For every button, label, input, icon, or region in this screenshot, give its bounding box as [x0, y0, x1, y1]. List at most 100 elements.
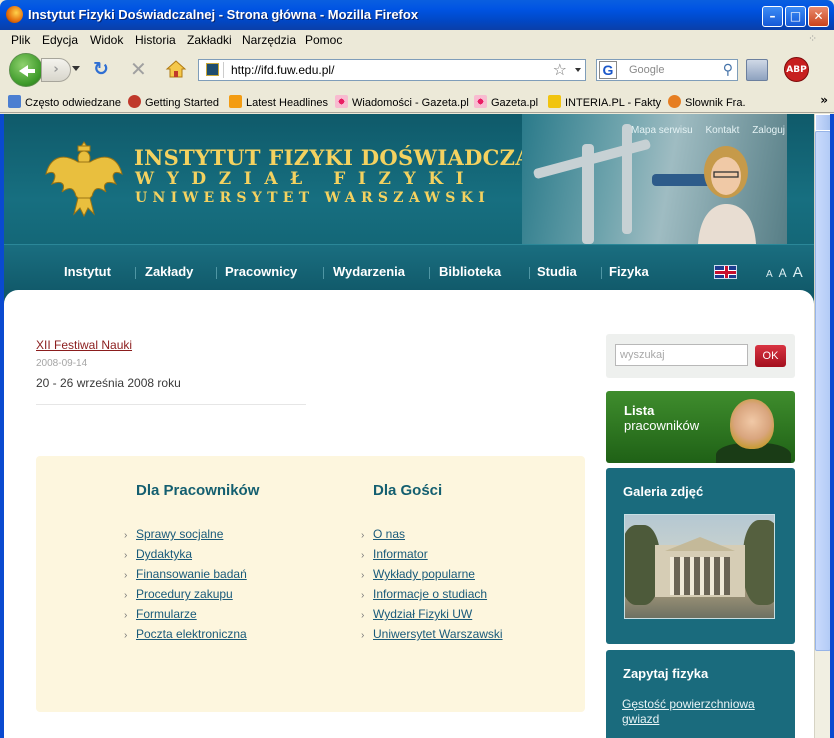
gallery-thumbnail[interactable] — [624, 514, 775, 619]
bookmark-item[interactable]: INTERIA.PL - Fakty — [548, 95, 661, 109]
staff-link[interactable]: Dydaktyka — [136, 547, 192, 561]
nav-pracownicy[interactable]: Pracownicy — [225, 264, 297, 279]
menu-zakladki[interactable]: Zakładki — [187, 33, 232, 47]
url-dropdown-icon[interactable] — [575, 68, 581, 75]
list-item: › Informator — [361, 547, 428, 561]
font-size-large[interactable]: A — [793, 264, 803, 281]
list-item: › Finansowanie badań — [124, 567, 247, 581]
gallery-title[interactable]: Galeria zdjęć — [623, 484, 703, 499]
font-size-medium[interactable]: A — [779, 266, 787, 280]
nav-instytut[interactable]: Instytut — [64, 264, 111, 279]
list-item: › Informacje o studiach — [361, 587, 488, 601]
menu-narzedzia[interactable]: Narzędzia — [242, 33, 296, 47]
staff-link[interactable]: Poczta elektroniczna — [136, 627, 247, 641]
news-divider — [36, 404, 306, 405]
guest-link[interactable]: Informacje o studiach — [373, 587, 487, 601]
bookmark-item[interactable]: Latest Headlines — [229, 95, 328, 109]
nav-studia[interactable]: Studia — [537, 264, 577, 279]
for-staff-heading: Dla Pracowników — [136, 482, 260, 499]
site-search: wyszukaj OK — [606, 334, 795, 378]
guest-link[interactable]: Wydział Fizyki UW — [373, 607, 472, 621]
bookmarks-overflow-icon[interactable]: » — [820, 93, 828, 107]
search-bar[interactable]: G Google ⚲ — [596, 59, 738, 81]
window-title-bar[interactable]: Instytut Fizyki Doświadczalnej - Strona … — [0, 0, 834, 30]
menu-plik[interactable]: Plik — [11, 33, 30, 47]
main-navigation: Instytut Zakłady Pracownicy Wydarzenia B… — [4, 264, 814, 284]
bookmark-item[interactable]: Gazeta.pl — [474, 95, 538, 109]
staff-link[interactable]: Procedury zakupu — [136, 587, 233, 601]
bookmark-item[interactable]: Getting Started — [128, 95, 219, 109]
scroll-thumb[interactable] — [815, 131, 831, 651]
reload-button[interactable]: ↻ — [93, 58, 115, 80]
staff-photo-face — [730, 399, 774, 449]
list-item: › Formularze — [124, 607, 197, 621]
list-item: › Sprawy socjalne — [124, 527, 224, 541]
nav-zaklady[interactable]: Zakłady — [145, 264, 193, 279]
url-text[interactable]: http://ifd.fuw.edu.pl/ — [231, 63, 334, 77]
bookmark-star-icon[interactable]: ☆ — [553, 60, 567, 79]
header-bottom-curve — [4, 290, 814, 304]
page-viewport: INSTYTUT FIZYKI DOŚWIADCZALNEJ WYDZIAŁ F… — [4, 114, 814, 738]
menu-historia[interactable]: Historia — [135, 33, 176, 47]
ask-physicist-panel: Zapytaj fizyka Gęstość powierzchniowa gw… — [606, 650, 795, 738]
contact-link[interactable]: Kontakt — [705, 125, 739, 136]
login-link[interactable]: Zaloguj — [752, 125, 785, 136]
font-size-switcher: AAA — [766, 264, 809, 281]
firefox-icon — [6, 6, 23, 23]
list-item: › Uniwersytet Warszawski — [361, 627, 503, 641]
staff-link[interactable]: Sprawy socjalne — [136, 527, 223, 541]
list-item: › Poczta elektroniczna — [124, 627, 247, 641]
news-body: 20 - 26 września 2008 roku — [36, 376, 181, 390]
google-engine-icon[interactable]: G — [599, 61, 617, 79]
staff-list-banner[interactable]: Lista pracowników — [606, 391, 795, 463]
site-search-placeholder: wyszukaj — [620, 349, 665, 361]
ask-physicist-question-link[interactable]: Gęstość powierzchniowa gwiazd — [622, 697, 782, 727]
guest-link[interactable]: Uniwersytet Warszawski — [373, 627, 503, 641]
staff-banner-line1: Lista — [624, 403, 655, 418]
home-button[interactable] — [165, 59, 187, 79]
close-button[interactable]: ✕ — [808, 6, 829, 27]
menu-pomoc[interactable]: Pomoc — [305, 33, 342, 47]
scroll-up-button[interactable] — [815, 114, 831, 131]
menu-edycja[interactable]: Edycja — [42, 33, 78, 47]
staff-link[interactable]: Formularze — [136, 607, 197, 621]
list-item: › Wykłady popularne — [361, 567, 475, 581]
adblock-plus-icon[interactable]: ABP — [784, 57, 809, 82]
bookmark-item[interactable]: Slownik Fra. — [668, 95, 746, 109]
throbber-icon: ⁘ — [808, 32, 818, 45]
nav-wydarzenia[interactable]: Wydarzenia — [333, 264, 405, 279]
url-bar[interactable]: http://ifd.fuw.edu.pl/ ☆ — [198, 59, 586, 81]
history-dropdown-icon[interactable] — [72, 66, 80, 75]
site-map-link[interactable]: Mapa serwisu — [631, 125, 693, 136]
window-title: Instytut Fizyki Doświadczalnej - Strona … — [28, 7, 419, 22]
bookmark-item[interactable]: Często odwiedzane — [8, 95, 121, 109]
nav-fizyka[interactable]: Fizyka — [609, 264, 649, 279]
site-search-input[interactable]: wyszukaj — [615, 344, 748, 366]
english-flag-icon[interactable] — [714, 265, 737, 279]
list-item: › Dydaktyka — [124, 547, 193, 561]
nav-biblioteka[interactable]: Biblioteka — [439, 264, 501, 279]
vertical-scrollbar[interactable] — [814, 114, 831, 738]
bookmark-item[interactable]: Wiadomości - Gazeta.pl — [335, 95, 469, 109]
search-ok-button[interactable]: OK — [755, 345, 786, 367]
menu-bar: Plik Edycja Widok Historia Zakładki Narz… — [0, 30, 834, 50]
window-border-right — [830, 114, 834, 738]
guest-link[interactable]: O nas — [373, 527, 405, 541]
search-icon[interactable]: ⚲ — [723, 62, 733, 78]
menu-widok[interactable]: Widok — [90, 33, 123, 47]
search-placeholder[interactable]: Google — [629, 64, 664, 76]
forward-button[interactable]: › — [41, 58, 71, 82]
stop-button[interactable]: ✕ — [130, 57, 147, 81]
guest-link[interactable]: Wykłady popularne — [373, 567, 475, 581]
eagle-emblem-icon[interactable] — [44, 134, 124, 218]
minimize-button[interactable]: – — [762, 6, 783, 27]
maximize-button[interactable]: □ — [785, 6, 806, 27]
guest-link[interactable]: Informator — [373, 547, 428, 561]
list-item: › Procedury zakupu — [124, 587, 233, 601]
news-title-link[interactable]: XII Festiwal Nauki — [36, 338, 132, 352]
site-identity-icon[interactable] — [202, 62, 224, 78]
font-size-small[interactable]: A — [766, 269, 773, 280]
staff-link[interactable]: Finansowanie badań — [136, 567, 247, 581]
extension-icon[interactable] — [746, 59, 768, 81]
back-button[interactable] — [9, 53, 43, 87]
